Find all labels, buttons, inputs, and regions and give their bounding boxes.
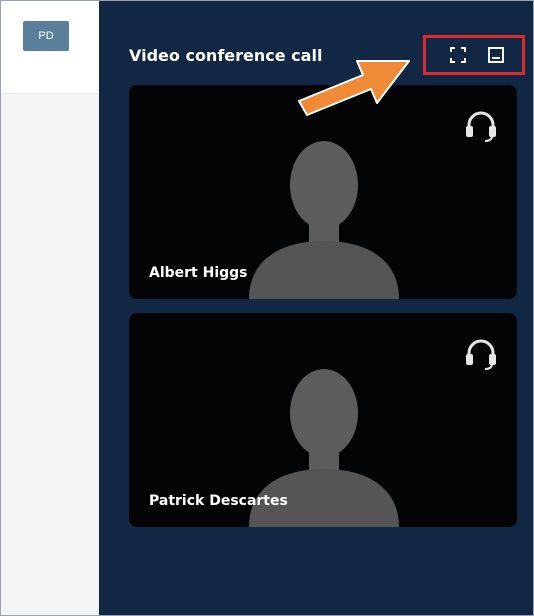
participant-tile[interactable]: Albert Higgs xyxy=(129,85,517,299)
headset-icon xyxy=(466,339,496,370)
app-window: PD Video conference call Albert Higgs Pa… xyxy=(0,0,534,616)
top-bar: PD xyxy=(1,1,99,94)
main-content-area: PD xyxy=(1,1,99,615)
panel-title: Video conference call xyxy=(129,46,323,65)
person-silhouette-icon xyxy=(249,141,399,299)
controls-highlight-box xyxy=(423,35,525,75)
participant-tile[interactable]: Patrick Descartes xyxy=(129,313,517,527)
headset-icon xyxy=(466,111,496,142)
user-avatar-button[interactable]: PD xyxy=(23,21,69,51)
participant-name: Albert Higgs xyxy=(149,265,248,281)
participant-name: Patrick Descartes xyxy=(149,493,288,509)
video-conference-panel: Video conference call Albert Higgs Patri… xyxy=(99,1,533,615)
